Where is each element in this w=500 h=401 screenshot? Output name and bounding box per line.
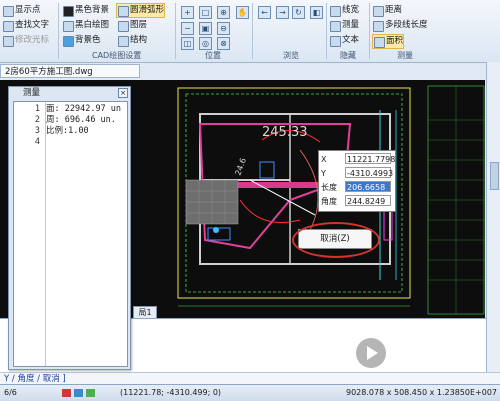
result-line: 4 — [34, 137, 40, 147]
bg-color-button[interactable]: 背景色 — [62, 34, 101, 47]
find-text-icon — [3, 21, 14, 32]
watermark-logo-icon — [356, 338, 386, 368]
status-icon[interactable] — [86, 389, 95, 397]
page-indicator: 6/6 — [4, 388, 17, 397]
measure-panel[interactable]: 测量 × 1 面: 22942.97 un 2 周: 696.46 un. 3 比例:… — [8, 86, 131, 370]
angle-field[interactable]: 244.8249 — [345, 195, 391, 206]
cursor-coordinates: (11221.78; -4310.499; 0) — [120, 388, 222, 397]
black-white-draw-button[interactable]: 黑白绘图 — [62, 19, 109, 32]
ribbon-separator — [369, 3, 370, 59]
zoom-extents-icon[interactable]: ▣ — [199, 22, 212, 35]
y-row: Y -4310.4993 — [321, 167, 394, 178]
length-row: 长度 206.6658 — [321, 181, 391, 194]
hatch-icon — [3, 36, 14, 47]
zoom-prev-icon[interactable]: ⊖ — [217, 22, 230, 35]
dimension-text: 245.33 — [262, 125, 308, 140]
length-field[interactable]: 206.6658 — [345, 181, 391, 192]
measure-results[interactable]: 1 面: 22942.97 un 2 周: 696.46 un. 3 比例:1.00 … — [13, 101, 128, 367]
status-bar: 6/6 (11221.78; -4310.499; 0) 9028.078 x … — [0, 384, 500, 401]
pan-hand-icon[interactable]: ✋ — [236, 6, 249, 19]
ribbon-separator — [252, 3, 253, 59]
ribbon-separator — [58, 3, 59, 59]
close-icon[interactable]: × — [118, 88, 128, 98]
measure-toggle-button[interactable]: 测量 — [329, 19, 359, 32]
find-text-button[interactable]: 查找文字 — [2, 19, 49, 32]
position-group-label: 位置 — [205, 51, 221, 60]
area-icon — [374, 37, 385, 48]
bg-color-icon — [63, 36, 74, 47]
back-arrow-icon[interactable]: ← — [258, 6, 271, 19]
edit-hatch-button[interactable]: 修改光标 — [2, 34, 49, 47]
black-bg-button[interactable]: 黑色背景 — [62, 4, 109, 17]
zoom-icon[interactable]: ⊕ — [217, 6, 230, 19]
text-icon — [330, 36, 341, 47]
line-width-button[interactable]: 线宽 — [329, 4, 359, 17]
measure-group-label: 测量 — [397, 51, 413, 60]
view-icon[interactable]: ◧ — [310, 6, 323, 19]
layers-icon — [118, 21, 129, 32]
zoom-all-icon[interactable]: ◫ — [181, 37, 194, 50]
status-icon[interactable] — [74, 389, 83, 397]
arc-icon — [118, 6, 129, 17]
bw-icon — [63, 21, 74, 32]
zoom-realtime-icon[interactable]: ◎ — [199, 37, 212, 50]
smooth-arc-button[interactable]: 圆滑弧形 — [116, 3, 166, 18]
measure-panel-title[interactable]: 测量 × — [9, 87, 130, 99]
hidden-group-label: 隐藏 — [340, 51, 356, 60]
structure-icon — [118, 36, 129, 47]
result-line: 2 周: 696.46 un. — [34, 115, 116, 125]
line-width-icon — [330, 6, 341, 17]
svg-text:24.6: 24.6 — [233, 157, 248, 177]
angle-row: 角度 244.8249 — [321, 195, 391, 208]
result-line: 3 比例:1.00 — [34, 126, 89, 136]
browse-group-label: 浏览 — [283, 51, 299, 60]
points-icon — [3, 6, 14, 17]
vertical-scrollbar[interactable] — [486, 62, 500, 372]
distance-button[interactable]: 距离 — [372, 4, 402, 17]
refresh-icon[interactable]: ↻ — [292, 6, 305, 19]
zoom-scale-icon[interactable]: ⊗ — [217, 37, 230, 50]
structure-button[interactable]: 结构 — [117, 34, 147, 47]
scrollbar-thumb[interactable] — [490, 162, 499, 190]
forward-arrow-icon[interactable]: → — [276, 6, 289, 19]
document-tab[interactable]: 2房60平方施工图.dwg — [0, 64, 140, 78]
ruler-icon — [330, 21, 341, 32]
polyline-length-button[interactable]: 多段线长度 — [372, 19, 428, 32]
highlight-ring — [292, 222, 380, 258]
layers-button[interactable]: 图层 — [117, 19, 147, 32]
zoom-in-icon[interactable]: + — [181, 6, 194, 19]
display-points-button[interactable]: 显示点 — [2, 4, 41, 17]
area-button[interactable]: 面积 — [372, 34, 405, 49]
text-toggle-button[interactable]: 文本 — [329, 34, 359, 47]
ribbon-separator — [326, 3, 327, 59]
polyline-icon — [373, 21, 384, 32]
y-field[interactable]: -4310.4993 — [345, 167, 393, 178]
ribbon: 显示点 查找文字 修改光标 黑色背景 黑白绘图 背景色 圆滑弧形 图层 结构 C… — [0, 0, 500, 63]
black-bg-icon — [63, 6, 74, 17]
ribbon-separator — [175, 3, 176, 59]
x-field[interactable]: 11221.7798 — [345, 153, 395, 164]
command-line[interactable]: Y / 角度 / 取消 ] — [0, 372, 500, 384]
zoom-out-icon[interactable]: − — [181, 22, 194, 35]
title-block-grid — [428, 86, 484, 314]
zoom-window-icon[interactable]: □ — [199, 6, 212, 19]
watermark-url: zixue.3d66.com — [394, 362, 458, 371]
x-row: X 11221.7798 — [321, 153, 396, 164]
coordinate-input-popup: X 11221.7798 Y -4310.4993 长度 206.6658 角度 244… — [318, 150, 396, 212]
distance-icon — [373, 6, 384, 17]
drawing-extents: 9028.078 x 508.450 x 1.23850E+007 — [346, 388, 498, 397]
result-line: 1 面: 22942.97 un — [34, 104, 122, 114]
status-icon[interactable] — [62, 389, 71, 397]
cad-settings-group-label: CAD绘图设置 — [92, 51, 142, 60]
